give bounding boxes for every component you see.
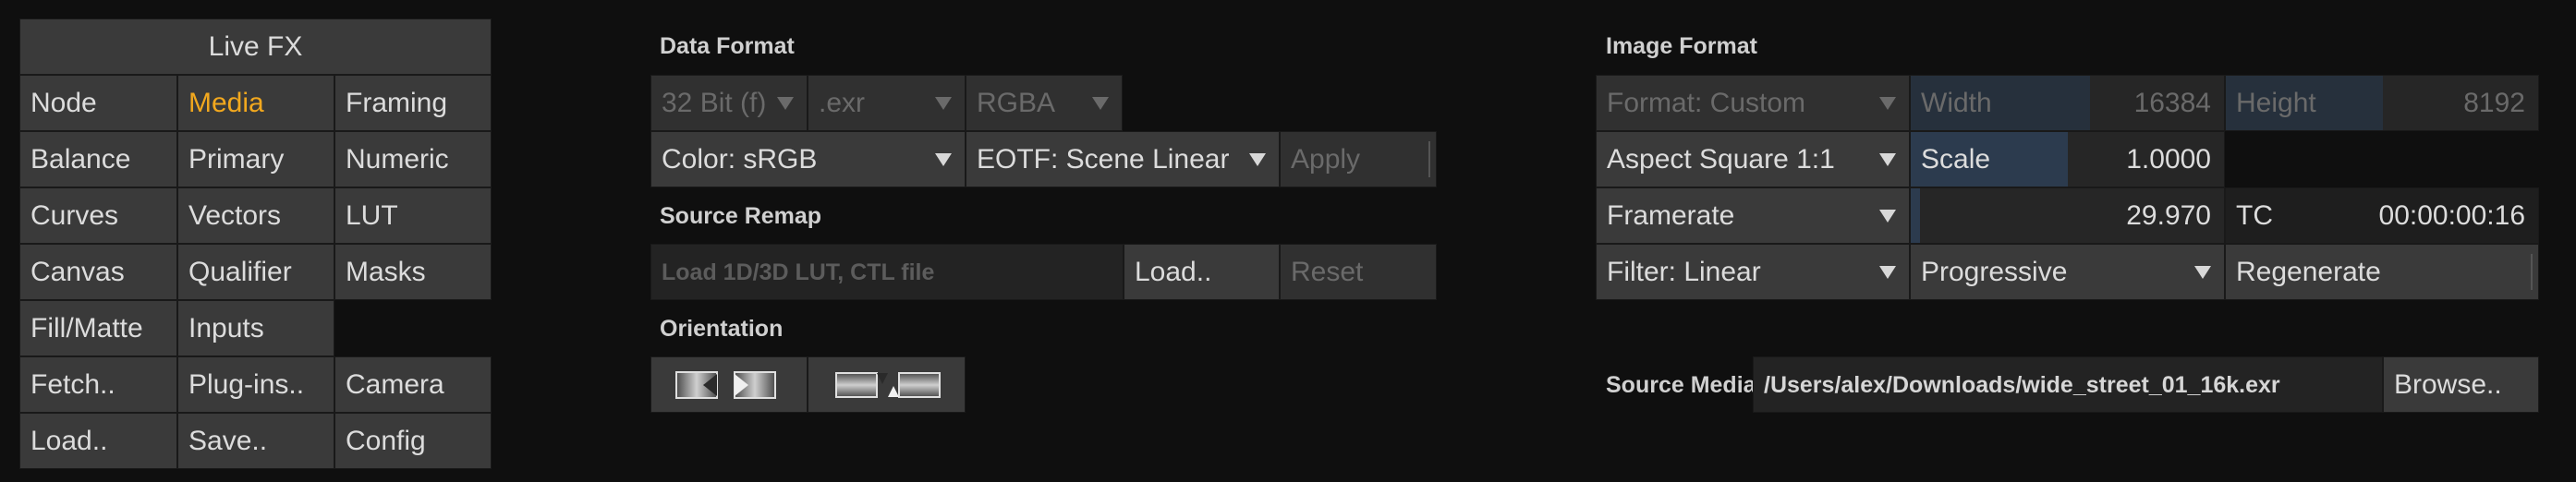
- chevron-down-icon: [935, 97, 952, 110]
- chevron-down-icon: [1879, 97, 1896, 110]
- height-field: Height 8192: [2225, 75, 2539, 131]
- apply-button: Apply: [1280, 131, 1437, 187]
- livefx-qualifier-button[interactable]: Qualifier: [177, 244, 334, 300]
- width-field: Width 16384: [1910, 75, 2225, 131]
- livefx-save-button[interactable]: Save..: [177, 413, 334, 469]
- framerate-select[interactable]: Framerate: [1596, 187, 1910, 244]
- livefx-primary-button[interactable]: Primary: [177, 131, 334, 187]
- bit-depth-select: 32 Bit (f): [650, 75, 808, 131]
- source-media-label: Source Media: [1606, 372, 1756, 398]
- resize-grip-icon: [1428, 141, 1430, 177]
- scale-slider[interactable]: Scale 1.0000: [1910, 131, 2225, 187]
- livefx-framing-button[interactable]: Framing: [334, 75, 492, 131]
- chevron-down-icon: [2194, 266, 2211, 279]
- livefx-title: Live FX: [19, 18, 492, 75]
- livefx-numeric-button[interactable]: Numeric: [334, 131, 492, 187]
- data-format-heading: Data Format: [660, 33, 795, 59]
- source-remap-heading: Source Remap: [660, 203, 822, 229]
- livefx-inputs-button[interactable]: Inputs: [177, 300, 334, 356]
- livefx-lut-button[interactable]: LUT: [334, 187, 492, 244]
- chevron-down-icon: [1249, 153, 1266, 166]
- scan-select[interactable]: Progressive: [1910, 244, 2225, 300]
- chevron-down-icon: [1879, 210, 1896, 223]
- flip-vertical-icon: [835, 372, 941, 398]
- flip-vertical-button[interactable]: [808, 356, 966, 413]
- resize-grip-icon: [2531, 254, 2533, 290]
- chevron-down-icon: [935, 153, 952, 166]
- livefx-camera-button[interactable]: Camera: [334, 356, 492, 413]
- extension-select: .exr: [808, 75, 966, 131]
- chevron-down-icon: [777, 97, 794, 110]
- framerate-field[interactable]: 29.970: [1910, 187, 2225, 244]
- livefx-masks-button[interactable]: Masks: [334, 244, 492, 300]
- eotf-select[interactable]: EOTF: Scene Linear: [966, 131, 1280, 187]
- livefx-vectors-button[interactable]: Vectors: [177, 187, 334, 244]
- regenerate-button[interactable]: Regenerate: [2225, 244, 2539, 300]
- livefx-config-button[interactable]: Config: [334, 413, 492, 469]
- framerate-slider-fill: [1911, 188, 1920, 243]
- lut-file-field[interactable]: Load 1D/3D LUT, CTL file: [650, 244, 1124, 300]
- timecode-field: TC 00:00:00:16: [2225, 187, 2539, 244]
- livefx-plugins-button[interactable]: Plug-ins..: [177, 356, 334, 413]
- format-select: Format: Custom: [1596, 75, 1910, 131]
- livefx-curves-button[interactable]: Curves: [19, 187, 177, 244]
- livefx-load-button[interactable]: Load..: [19, 413, 177, 469]
- orientation-heading: Orientation: [660, 316, 784, 342]
- livefx-node-button[interactable]: Node: [19, 75, 177, 131]
- flip-horizontal-icon: [675, 371, 776, 399]
- flip-horizontal-button[interactable]: [650, 356, 808, 413]
- remap-load-button[interactable]: Load..: [1124, 244, 1280, 300]
- chevron-down-icon: [1092, 97, 1109, 110]
- livefx-media-button[interactable]: Media: [177, 75, 334, 131]
- livefx-fetch-button[interactable]: Fetch..: [19, 356, 177, 413]
- browse-button[interactable]: Browse..: [2383, 356, 2539, 413]
- channels-select: RGBA: [966, 75, 1123, 131]
- livefx-fill-matte-button[interactable]: Fill/Matte: [19, 300, 177, 356]
- filter-select[interactable]: Filter: Linear: [1596, 244, 1910, 300]
- remap-reset-button: Reset: [1280, 244, 1437, 300]
- image-format-heading: Image Format: [1606, 33, 1757, 59]
- source-media-path-field[interactable]: /Users/alex/Downloads/wide_street_01_16k…: [1753, 356, 2383, 413]
- color-space-select[interactable]: Color: sRGB: [650, 131, 966, 187]
- livefx-balance-button[interactable]: Balance: [19, 131, 177, 187]
- livefx-canvas-button[interactable]: Canvas: [19, 244, 177, 300]
- chevron-down-icon: [1879, 266, 1896, 279]
- aspect-select[interactable]: Aspect Square 1:1: [1596, 131, 1910, 187]
- chevron-down-icon: [1879, 153, 1896, 166]
